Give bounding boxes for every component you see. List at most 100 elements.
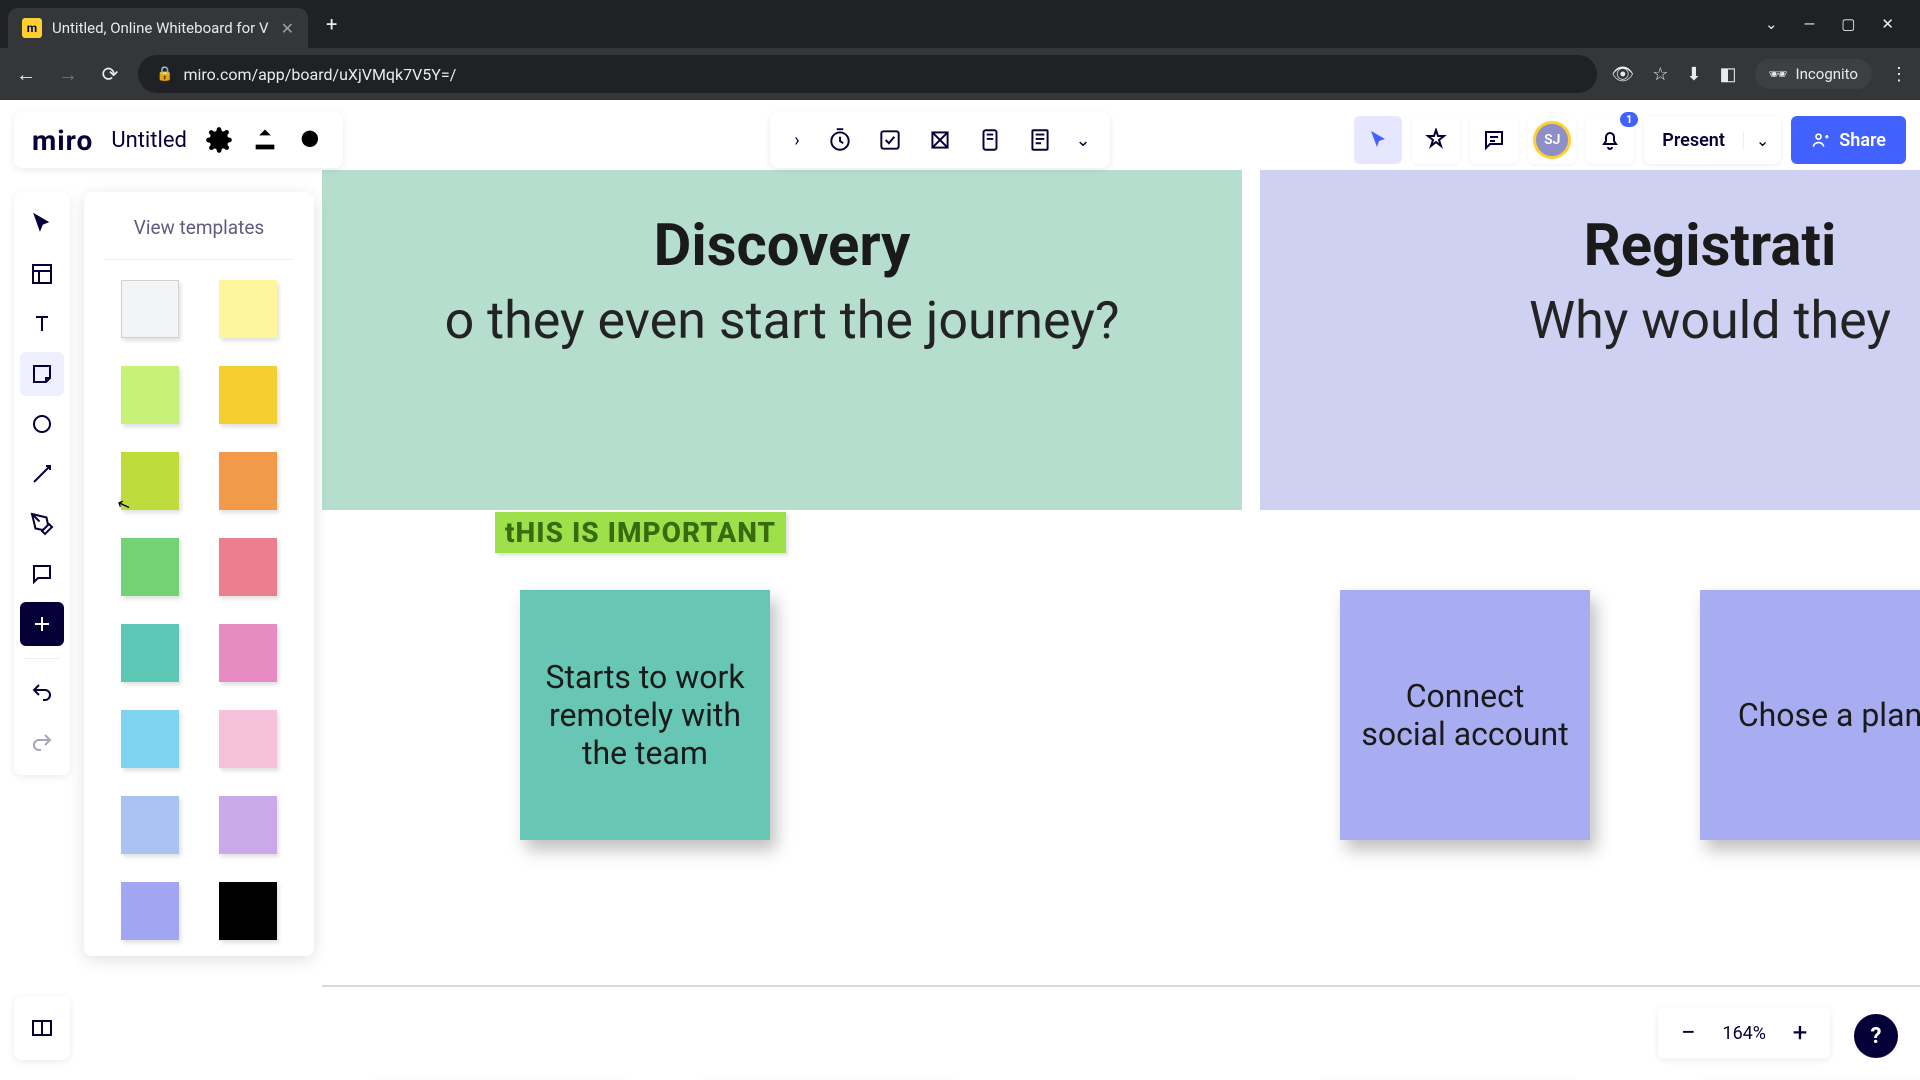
zone-registration[interactable]: Registrati Why would they — [1260, 170, 1920, 510]
color-swatch-15[interactable] — [219, 882, 277, 940]
rail-divider — [24, 658, 60, 659]
side-panel-icon[interactable]: ◧ — [1719, 64, 1736, 85]
zoom-level[interactable]: 164% — [1722, 1023, 1766, 1044]
more-tools-button[interactable] — [20, 602, 64, 646]
back-button[interactable]: ← — [12, 60, 40, 88]
incognito-label: Incognito — [1796, 65, 1858, 83]
share-button[interactable]: Share — [1791, 116, 1906, 164]
minimap-icon[interactable] — [20, 1006, 64, 1050]
download-icon[interactable]: ⬇ — [1686, 64, 1701, 85]
search-icon[interactable] — [297, 126, 325, 154]
voting-icon[interactable] — [868, 118, 912, 162]
zoom-controls: − 164% + — [1658, 1008, 1830, 1058]
zone-registration-subtitle: Why would they — [1260, 290, 1920, 351]
maximize-icon[interactable]: ▢ — [1841, 15, 1855, 33]
help-button[interactable]: ? — [1854, 1014, 1898, 1058]
notif-badge: 1 — [1620, 112, 1638, 127]
color-swatch-1[interactable] — [219, 280, 277, 338]
sticky-note-discovery[interactable]: Starts to work remotely with the team — [520, 590, 770, 840]
redo-button[interactable] — [20, 721, 64, 765]
sticky-note-connect[interactable]: Connect social account — [1340, 590, 1590, 840]
lane-divider — [322, 985, 1920, 987]
incognito-icon: 🕶 — [1769, 65, 1788, 83]
pen-tool[interactable] — [20, 502, 64, 546]
incognito-badge[interactable]: 🕶 Incognito — [1755, 59, 1873, 89]
important-sticky[interactable]: tHIS IS IMPORTANT — [495, 512, 786, 553]
window-controls: ⌄ — ▢ ✕ — [1765, 15, 1912, 33]
reload-button[interactable]: ⟳ — [96, 60, 124, 88]
present-dropdown-icon[interactable]: ⌄ — [1743, 131, 1781, 150]
reactions-icon[interactable] — [1412, 116, 1460, 164]
left-toolbar — [14, 192, 70, 775]
present-button[interactable]: Present — [1644, 130, 1743, 151]
comments-icon[interactable] — [1470, 116, 1518, 164]
board-title[interactable]: Untitled — [111, 128, 187, 153]
sticky-note-plan[interactable]: Chose a plan — [1700, 590, 1920, 840]
kebab-menu-icon[interactable]: ⋮ — [1890, 64, 1908, 85]
top-right-controls: SJ 1 Present ⌄ Share — [1354, 112, 1906, 168]
color-swatch-14[interactable] — [121, 882, 179, 940]
present-group: Present ⌄ — [1644, 116, 1781, 164]
color-swatch-11[interactable] — [219, 710, 277, 768]
zoom-out-button[interactable]: − — [1676, 1018, 1700, 1048]
settings-icon[interactable] — [205, 126, 233, 154]
browser-tab[interactable]: m Untitled, Online Whiteboard for V ✕ — [8, 8, 308, 48]
bookmark-icon[interactable]: ☆ — [1652, 64, 1668, 85]
estimation-icon[interactable] — [918, 118, 962, 162]
lock-icon: 🔒 — [156, 66, 173, 82]
color-swatch-7[interactable] — [219, 538, 277, 596]
undo-button[interactable] — [20, 671, 64, 715]
minimize-icon[interactable]: — — [1804, 15, 1816, 33]
tab-title: Untitled, Online Whiteboard for V — [52, 19, 271, 37]
url-field[interactable]: 🔒 miro.com/app/board/uXjVMqk7V5Y=/ — [138, 55, 1597, 93]
color-swatch-6[interactable] — [121, 538, 179, 596]
sticky-note-tool[interactable] — [20, 352, 64, 396]
zone-registration-title: Registrati — [1260, 212, 1920, 280]
export-icon[interactable] — [251, 126, 279, 154]
line-tool[interactable] — [20, 452, 64, 496]
templates-tool[interactable] — [20, 252, 64, 296]
cursor-tool[interactable] — [1354, 116, 1402, 164]
board-header: miro Untitled — [14, 112, 343, 168]
notifications-icon[interactable]: 1 — [1586, 116, 1634, 164]
color-swatch-2[interactable] — [121, 366, 179, 424]
zoom-in-button[interactable]: + — [1788, 1018, 1812, 1048]
color-swatch-5[interactable] — [219, 452, 277, 510]
color-swatch-0[interactable] — [121, 280, 179, 338]
eye-off-icon[interactable]: 👁 — [1611, 64, 1634, 85]
color-swatch-10[interactable] — [121, 710, 179, 768]
forward-button[interactable]: → — [54, 60, 82, 88]
collapse-tools-icon[interactable]: › — [782, 130, 812, 151]
left-toolbar-bottom — [14, 996, 70, 1060]
color-swatch-9[interactable] — [219, 624, 277, 682]
sticky-color-palette: View templates — [84, 192, 314, 956]
text-tool[interactable] — [20, 302, 64, 346]
zone-discovery-subtitle: o they even start the journey? — [322, 290, 1242, 351]
talk-track-icon[interactable] — [968, 118, 1012, 162]
more-tools-icon[interactable]: ⌄ — [1068, 130, 1098, 151]
top-tools: › ⌄ — [770, 112, 1110, 168]
select-tool[interactable] — [20, 202, 64, 246]
new-tab-button[interactable]: + — [316, 6, 347, 42]
avatar[interactable]: SJ — [1528, 116, 1576, 164]
chevron-down-icon[interactable]: ⌄ — [1765, 15, 1778, 33]
color-swatch-13[interactable] — [219, 796, 277, 854]
comment-tool[interactable] — [20, 552, 64, 596]
color-swatch-3[interactable] — [219, 366, 277, 424]
zone-discovery[interactable]: Discovery o they even start the journey? — [322, 170, 1242, 510]
browser-tab-bar: m Untitled, Online Whiteboard for V ✕ + … — [0, 0, 1920, 48]
notes-icon[interactable] — [1018, 118, 1062, 162]
share-label: Share — [1839, 130, 1886, 151]
close-tab-icon[interactable]: ✕ — [281, 19, 294, 38]
address-bar: ← → ⟳ 🔒 miro.com/app/board/uXjVMqk7V5Y=/… — [0, 48, 1920, 100]
close-window-icon[interactable]: ✕ — [1881, 15, 1894, 33]
shape-tool[interactable] — [20, 402, 64, 446]
view-templates-link[interactable]: View templates — [104, 208, 294, 260]
color-swatch-8[interactable] — [121, 624, 179, 682]
zone-discovery-title: Discovery — [322, 212, 1242, 280]
color-swatch-12[interactable] — [121, 796, 179, 854]
miro-logo[interactable]: miro — [32, 124, 93, 157]
timer-icon[interactable] — [818, 118, 862, 162]
miro-favicon-icon: m — [22, 18, 42, 38]
url-text: miro.com/app/board/uXjVMqk7V5Y=/ — [183, 65, 456, 84]
